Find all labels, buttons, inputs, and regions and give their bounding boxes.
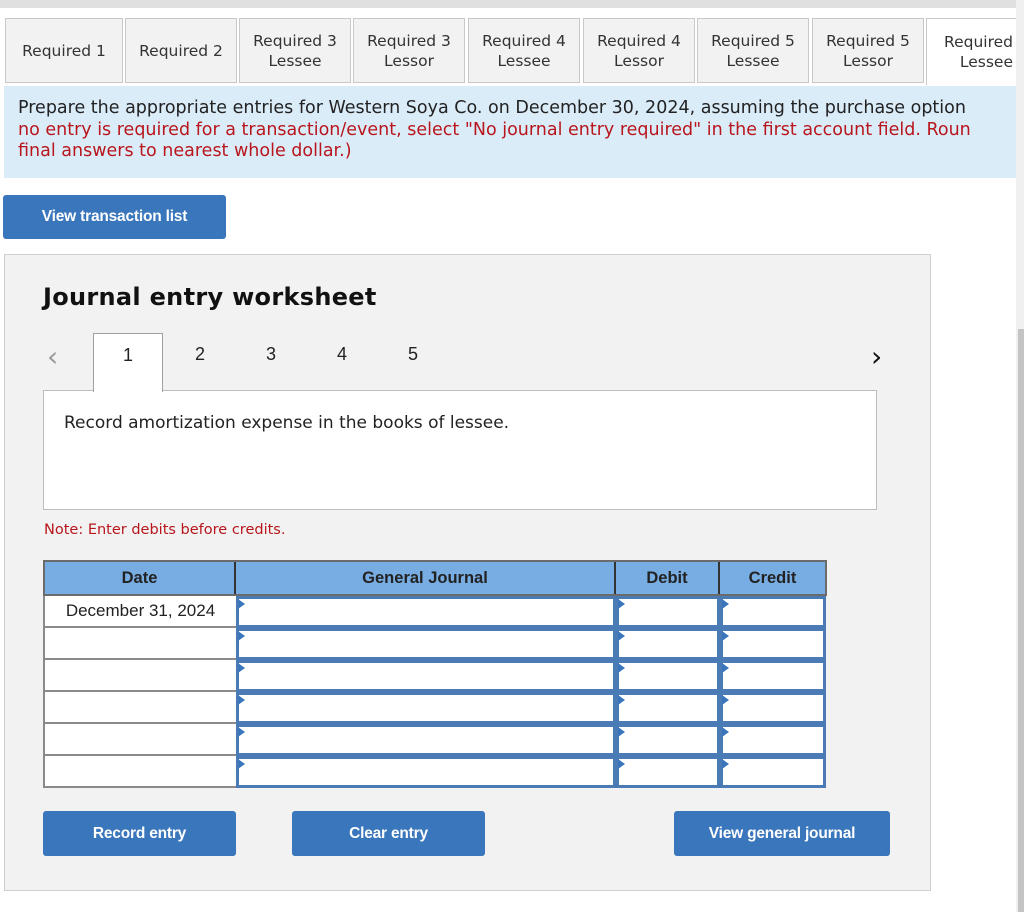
table-row bbox=[43, 692, 827, 724]
credit-input[interactable] bbox=[720, 596, 826, 628]
date-cell bbox=[43, 724, 236, 756]
tab-label: Required bbox=[944, 33, 1013, 51]
scrollbar-thumb[interactable] bbox=[1018, 329, 1024, 912]
tab-required-5-lessor[interactable]: Required 5 Lessor bbox=[812, 18, 924, 83]
account-input[interactable] bbox=[236, 756, 616, 788]
tab-label: Required 3 bbox=[367, 31, 451, 50]
view-general-journal-button[interactable]: View general journal bbox=[674, 811, 890, 856]
table-row bbox=[43, 756, 827, 788]
entry-tab-5[interactable]: 5 bbox=[378, 333, 448, 391]
tab-required-1[interactable]: Required 1 bbox=[5, 18, 123, 83]
entry-tab-3[interactable]: 3 bbox=[236, 333, 306, 391]
tab-label: Required 5 bbox=[826, 31, 910, 50]
table-row bbox=[43, 724, 827, 756]
account-input[interactable] bbox=[236, 724, 616, 756]
worksheet-title: Journal entry worksheet bbox=[43, 283, 377, 311]
date-cell bbox=[43, 756, 236, 788]
instruction-line-2: no entry is required for a transaction/e… bbox=[18, 119, 971, 140]
chevron-right-icon[interactable]: › bbox=[871, 340, 882, 373]
journal-header-row: Date General Journal Debit Credit bbox=[43, 560, 827, 596]
entry-tab-2[interactable]: 2 bbox=[165, 333, 235, 391]
account-input[interactable] bbox=[236, 596, 616, 628]
credit-input[interactable] bbox=[720, 756, 826, 788]
chevron-left-icon[interactable]: ‹ bbox=[47, 340, 58, 373]
tab-required-2[interactable]: Required 2 bbox=[125, 18, 237, 83]
tab-required-4-lessee[interactable]: Required 4 Lessee bbox=[468, 18, 580, 83]
tab-required-3-lessor[interactable]: Required 3 Lessor bbox=[353, 18, 465, 83]
entry-tab-1[interactable]: 1 bbox=[93, 333, 163, 392]
entry-description: Record amortization expense in the books… bbox=[64, 413, 510, 433]
tab-sublabel: Lessor bbox=[843, 51, 893, 70]
debit-input[interactable] bbox=[616, 692, 720, 724]
account-input[interactable] bbox=[236, 628, 616, 660]
instruction-line-3: final answers to nearest whole dollar.) bbox=[18, 141, 352, 161]
credit-input[interactable] bbox=[720, 692, 826, 724]
tab-label: Required 1 bbox=[22, 41, 106, 60]
date-cell bbox=[43, 660, 236, 692]
tab-sublabel: Lessee bbox=[497, 51, 551, 70]
credit-input[interactable] bbox=[720, 628, 826, 660]
journal-entry-worksheet: Journal entry worksheet ‹ › 1 2 3 4 5 Re… bbox=[4, 254, 931, 891]
instruction-line-1: Prepare the appropriate entries for West… bbox=[18, 98, 966, 118]
column-header-debit: Debit bbox=[616, 562, 720, 594]
tab-required-3-lessee[interactable]: Required 3 Lessee bbox=[239, 18, 351, 83]
debit-input[interactable] bbox=[616, 660, 720, 692]
credit-input[interactable] bbox=[720, 660, 826, 692]
date-cell bbox=[43, 692, 236, 724]
debit-input[interactable] bbox=[616, 596, 720, 628]
tab-required-5-lessee[interactable]: Required 5 Lessee bbox=[697, 18, 809, 83]
tab-label: Required 2 bbox=[139, 41, 223, 60]
tab-label: Required 3 bbox=[253, 31, 337, 50]
tab-sublabel: Lessor bbox=[384, 51, 434, 70]
account-input[interactable] bbox=[236, 660, 616, 692]
debit-input[interactable] bbox=[616, 756, 720, 788]
table-row bbox=[43, 660, 827, 692]
tab-label: Required 5 bbox=[711, 31, 795, 50]
clear-entry-button[interactable]: Clear entry bbox=[292, 811, 485, 856]
top-bar bbox=[0, 0, 1016, 8]
table-row: December 31, 2024 bbox=[43, 596, 827, 628]
record-entry-button[interactable]: Record entry bbox=[43, 811, 236, 856]
tab-sublabel: Lessee bbox=[726, 51, 780, 70]
account-input[interactable] bbox=[236, 692, 616, 724]
date-cell: December 31, 2024 bbox=[43, 596, 236, 628]
entry-tab-4[interactable]: 4 bbox=[307, 333, 377, 391]
tab-sublabel: Lessee bbox=[959, 53, 1013, 71]
table-row bbox=[43, 628, 827, 660]
debit-input[interactable] bbox=[616, 628, 720, 660]
debit-credit-note: Note: Enter debits before credits. bbox=[44, 522, 286, 538]
requirement-tabs: Required 1 Required 2 Required 3 Lessee R… bbox=[5, 18, 1016, 85]
debit-input[interactable] bbox=[616, 724, 720, 756]
date-cell bbox=[43, 628, 236, 660]
scrollbar-track[interactable] bbox=[1016, 0, 1024, 912]
tab-sublabel: Lessee bbox=[268, 51, 322, 70]
tab-sublabel: Lessor bbox=[614, 51, 664, 70]
tab-label: Required 4 bbox=[597, 31, 681, 50]
column-header-credit: Credit bbox=[748, 568, 797, 587]
tab-label: Required 4 bbox=[482, 31, 566, 50]
tab-required-lessee-active[interactable]: Required Lessee bbox=[926, 18, 1016, 85]
credit-input[interactable] bbox=[720, 724, 826, 756]
entry-description-box: Record amortization expense in the books… bbox=[43, 390, 877, 510]
column-header-date: Date bbox=[45, 562, 236, 594]
view-transaction-list-button[interactable]: View transaction list bbox=[3, 195, 226, 239]
instructions-panel: Prepare the appropriate entries for West… bbox=[4, 86, 1016, 178]
tab-required-4-lessor[interactable]: Required 4 Lessor bbox=[583, 18, 695, 83]
column-header-general-journal: General Journal bbox=[236, 562, 616, 594]
